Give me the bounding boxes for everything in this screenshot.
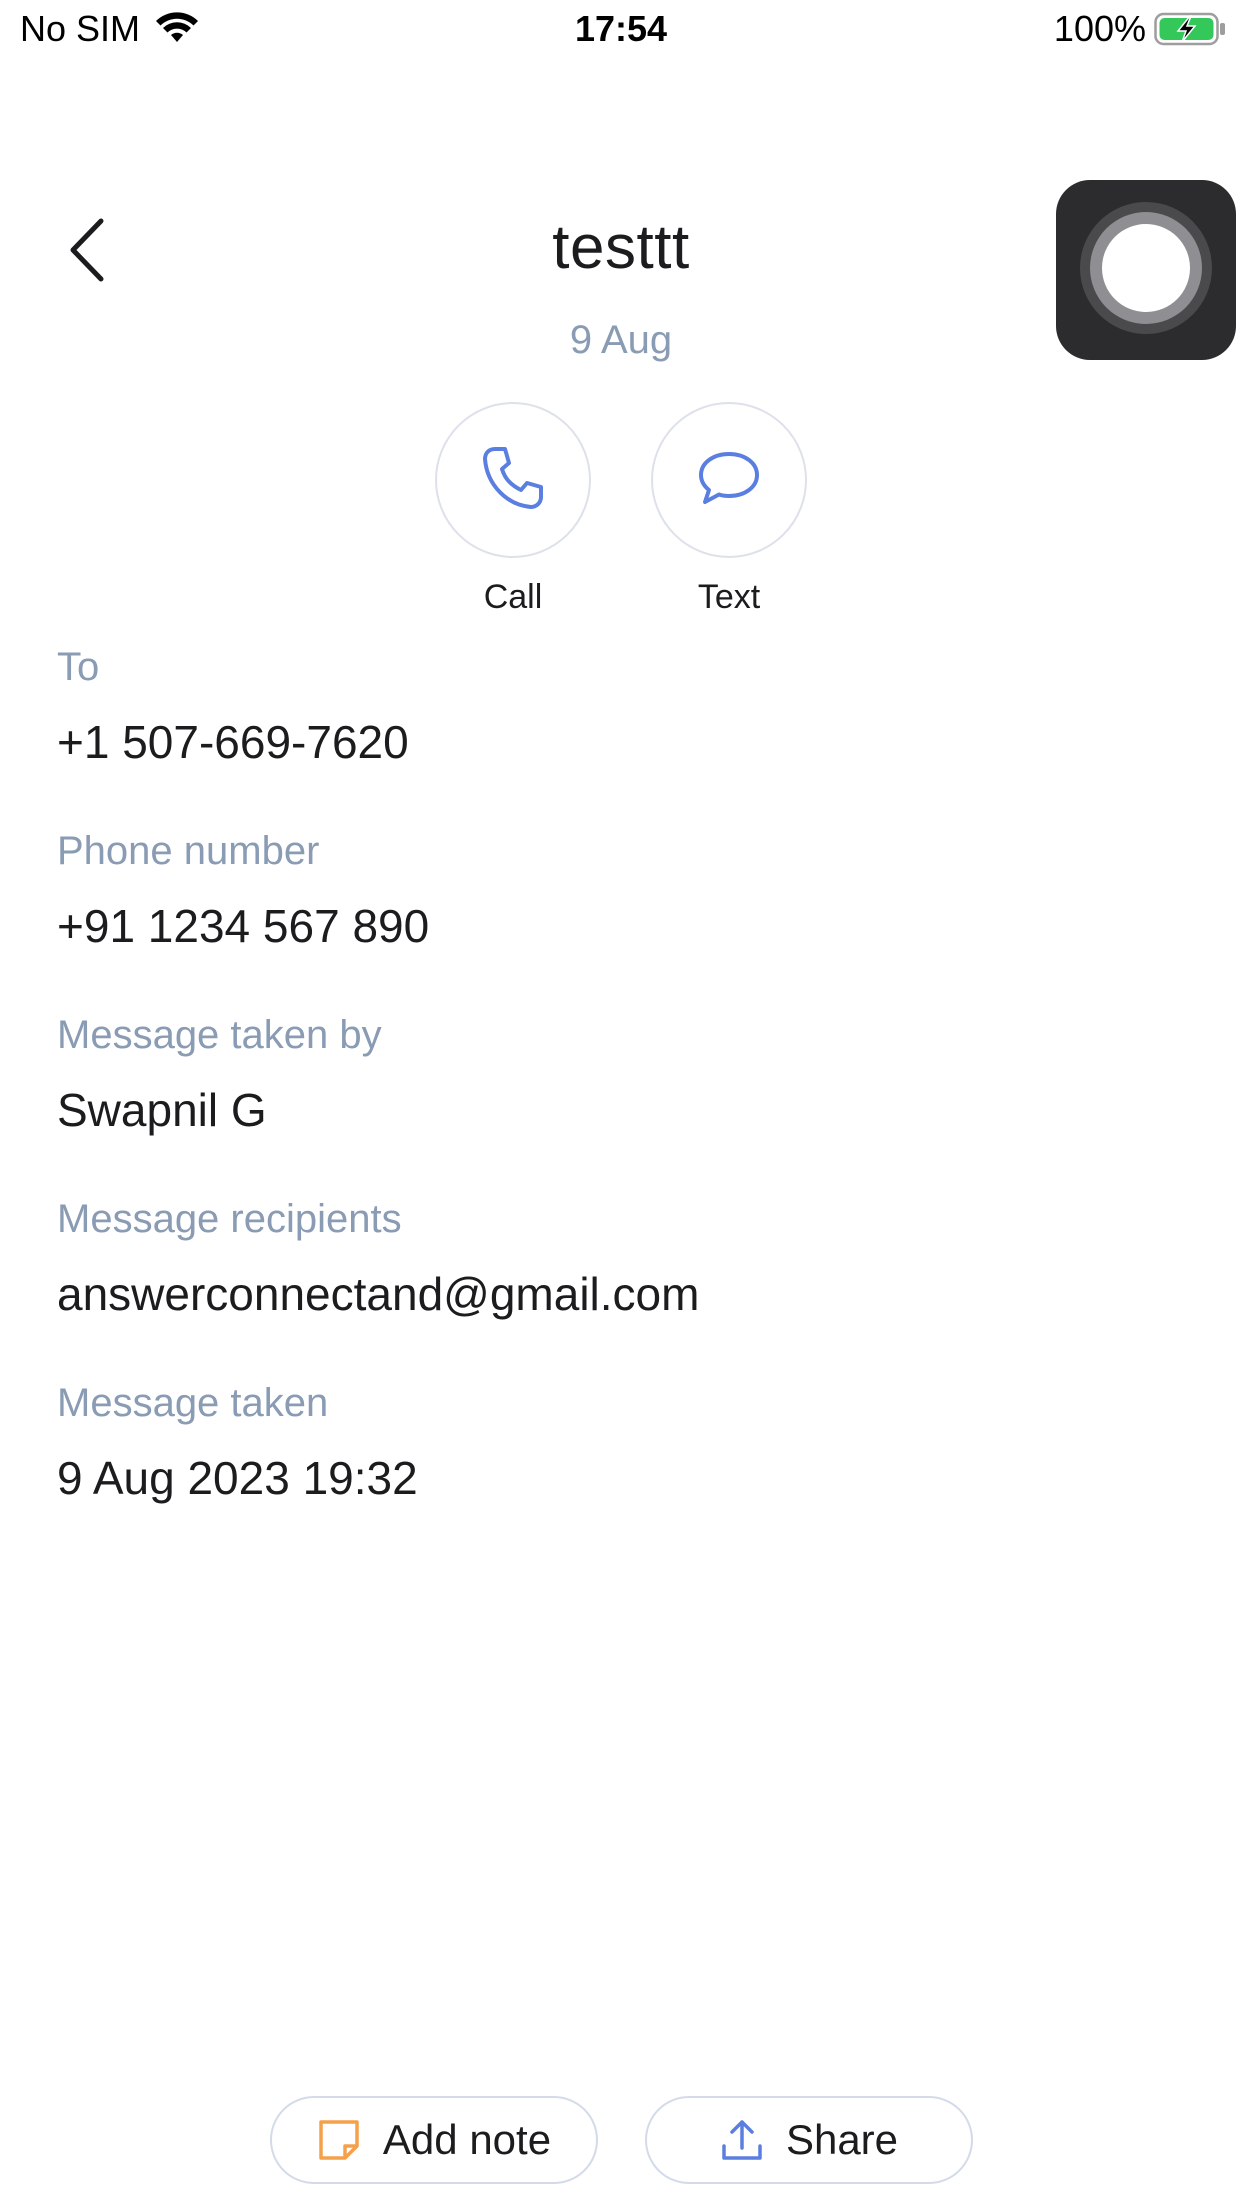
field-message-taken: Message taken 9 Aug 2023 19:32: [57, 1376, 1177, 1560]
message-detail-screen: No SIM 17:54 100% testtt 9 Aug Call Text…: [0, 0, 1242, 2208]
battery-charging-icon: [1154, 12, 1228, 46]
add-note-button[interactable]: Add note: [270, 2096, 598, 2184]
field-phone-number: Phone number +91 1234 567 890: [57, 824, 1177, 1008]
field-value: 9 Aug 2023 19:32: [57, 1452, 418, 1504]
share-button[interactable]: Share: [645, 2096, 973, 2184]
text-label: Text: [697, 578, 761, 616]
call-button[interactable]: Call: [435, 402, 591, 617]
call-label: Call: [483, 578, 543, 616]
field-label: To: [57, 645, 100, 689]
field-value[interactable]: +91 1234 567 890: [57, 896, 1177, 956]
assistive-touch-icon: [1076, 198, 1216, 343]
status-bar: No SIM 17:54 100%: [0, 0, 1242, 62]
note-icon: [317, 2118, 361, 2162]
message-details: To +1 507-669-7620 Phone number +91 1234…: [57, 640, 1177, 1560]
field-value[interactable]: answerconnectand@gmail.com: [57, 1264, 1177, 1324]
field-label: Message recipients: [57, 1197, 402, 1241]
chat-bubble-icon: [697, 450, 761, 511]
add-note-label: Add note: [382, 2116, 552, 2163]
field-message-taken-by: Message taken by Swapnil G: [57, 1008, 1177, 1192]
field-message-recipients: Message recipients answerconnectand@gmai…: [57, 1192, 1177, 1376]
field-label: Phone number: [57, 829, 320, 873]
field-label: Message taken: [57, 1381, 329, 1425]
phone-icon: [481, 445, 545, 516]
text-circle[interactable]: [651, 402, 807, 558]
field-value: Swapnil G: [57, 1084, 267, 1136]
field-value[interactable]: +1 507-669-7620: [57, 712, 1177, 772]
assistive-touch-button[interactable]: [1056, 180, 1236, 360]
field-label: Message taken by: [57, 1013, 382, 1057]
share-upload-icon: [720, 2118, 764, 2162]
status-right: 100%: [1054, 8, 1228, 50]
call-circle[interactable]: [435, 402, 591, 558]
battery-percent: 100%: [1053, 8, 1146, 49]
share-label: Share: [785, 2116, 899, 2163]
field-to: To +1 507-669-7620: [57, 640, 1177, 824]
text-button[interactable]: Text: [651, 402, 807, 617]
